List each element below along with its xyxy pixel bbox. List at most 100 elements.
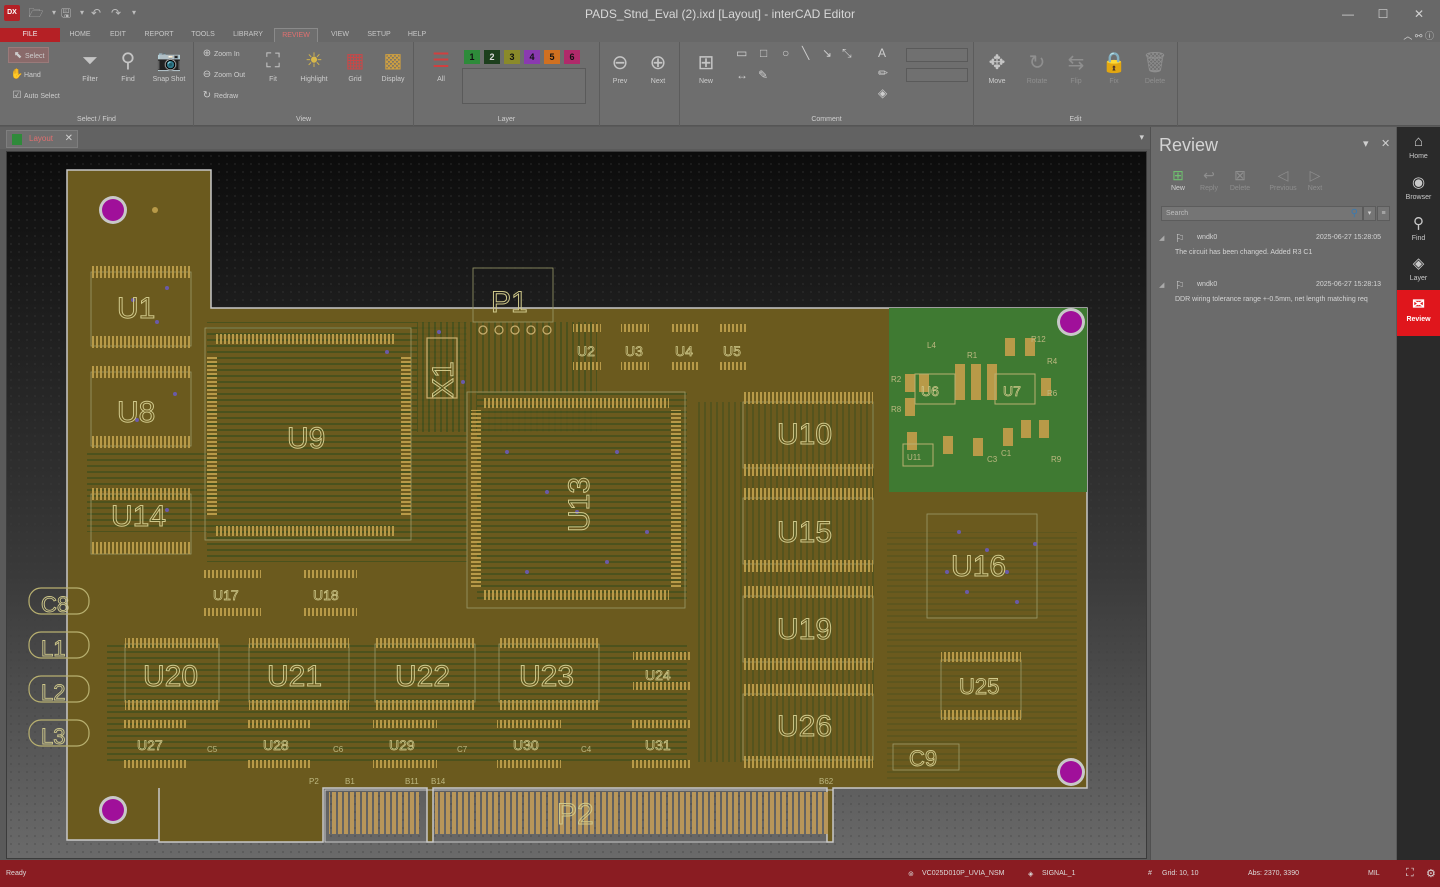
layer-3-button[interactable]: 3: [504, 50, 520, 64]
close-icon[interactable]: ✕: [1381, 137, 1390, 150]
comment-item[interactable]: ◢ ⚐ wndk0 2025-06-27 15:28:05 The circui…: [1159, 232, 1389, 272]
arrow-line-icon[interactable]: ↘: [822, 46, 832, 60]
tab-library[interactable]: LIBRARY: [226, 28, 270, 42]
group-edit: ✥ Move ↻ Rotate ⇆ Flip 🔒 Fix 🗑 Delete Edit: [974, 42, 1178, 126]
font-color-icon[interactable]: A: [878, 46, 886, 60]
size-combo[interactable]: [906, 68, 968, 82]
comment-item[interactable]: ◢ ⚐ wndk0 2025-06-27 15:28:13 DDR wiring…: [1159, 279, 1389, 319]
layer-2-button[interactable]: 2: [484, 50, 500, 64]
tab-view[interactable]: VIEW: [322, 28, 358, 42]
tab-setup[interactable]: SETUP: [360, 28, 398, 42]
fill-color-icon[interactable]: ◈: [878, 86, 887, 100]
review-reply-button[interactable]: ↩ Reply: [1194, 165, 1224, 192]
next-button[interactable]: ⊕ Next: [644, 50, 672, 85]
layer-4-button[interactable]: 4: [524, 50, 540, 64]
ellipse-icon[interactable]: ○: [782, 46, 789, 60]
move-button[interactable]: ✥ Move: [982, 50, 1012, 85]
layer-5-button[interactable]: 5: [544, 50, 560, 64]
pen-icon[interactable]: ✎: [758, 68, 768, 82]
collapse-ribbon-icon[interactable]: ︿: [1403, 31, 1412, 41]
review-new-button[interactable]: ⊞ New: [1163, 165, 1193, 192]
fullscreen-icon[interactable]: ⛶: [1406, 867, 1414, 880]
layout-canvas[interactable]: U1 U8 U9 U14 U13 U10 U15 U19 U26 U16 U20…: [6, 151, 1147, 859]
dimension-icon[interactable]: ↔: [736, 68, 748, 82]
tab-file[interactable]: FILE: [0, 28, 60, 42]
zoom-out-button[interactable]: ⊖ Zoom Out: [200, 67, 245, 83]
review-previous-button[interactable]: ◁ Previous: [1265, 165, 1301, 192]
tab-tools[interactable]: TOOLS: [184, 28, 222, 42]
find-button[interactable]: ⚲ Find: [114, 48, 142, 83]
auto-select-checkbox[interactable]: ☑ Auto Select: [10, 88, 60, 104]
settings-icon[interactable]: ⚙: [1426, 867, 1436, 880]
pcb-board[interactable]: U1 U8 U9 U14 U13 U10 U15 U19 U26 U16 U20…: [7, 152, 1147, 859]
sidebar-item-browser[interactable]: ◉ Browser: [1397, 168, 1440, 210]
grid-button[interactable]: ▦ Grid: [340, 48, 370, 83]
expand-icon[interactable]: ◢: [1159, 234, 1164, 242]
select-button[interactable]: ⬉ Select: [8, 47, 50, 63]
text-box-icon[interactable]: ▭: [736, 46, 747, 60]
chevron-down-icon[interactable]: ▾: [1363, 137, 1369, 150]
ref-u23: U23: [519, 660, 574, 693]
tab-home[interactable]: HOME: [62, 28, 98, 42]
new-comment-button[interactable]: ⊞ New: [688, 50, 724, 85]
sidebar-item-layer[interactable]: ◈ Layer: [1397, 249, 1440, 291]
search-options-button[interactable]: ▾: [1363, 206, 1376, 221]
line-icon[interactable]: ╲: [802, 46, 809, 60]
chevron-down-icon[interactable]: ▾: [1139, 132, 1144, 143]
zoom-in-button[interactable]: ⊕ Zoom In: [200, 46, 240, 62]
new-label: New: [698, 78, 713, 85]
review-search-input[interactable]: Search ⚲: [1161, 206, 1363, 221]
delete-button[interactable]: 🗑 Delete: [1138, 50, 1172, 85]
tab-report[interactable]: REPORT: [138, 28, 180, 42]
sidebar-item-home[interactable]: ⌂ Home: [1397, 127, 1440, 169]
fit-icon: ⛶: [266, 50, 280, 72]
fit-button[interactable]: ⛶ Fit: [258, 48, 288, 83]
ref-c3: C1: [1001, 449, 1012, 458]
rectangle-icon[interactable]: □: [760, 46, 767, 60]
double-arrow-icon[interactable]: ⤡: [842, 46, 852, 61]
layer-1-button[interactable]: 1: [464, 50, 480, 64]
ribbon: ⬉ Select ✋Hand ☑ Auto Select ⏷ Filter ⚲ Find…: [0, 42, 1440, 126]
close-button[interactable]: ✕: [1409, 6, 1429, 22]
snap-shot-label: Snap Shot: [152, 76, 186, 83]
review-next-button[interactable]: ▷ Next: [1300, 165, 1330, 192]
redraw-button[interactable]: ↻ Redraw: [200, 88, 238, 104]
layer-list[interactable]: [462, 68, 586, 104]
review-new-label: New: [1170, 185, 1185, 192]
tab-help[interactable]: HELP: [400, 28, 434, 42]
highlight-button[interactable]: ☀ Highlight: [294, 48, 334, 83]
prev-button[interactable]: ⊖ Prev: [606, 50, 634, 85]
review-delete-button[interactable]: ⊠ Delete: [1225, 165, 1255, 192]
trash-icon: 🗑: [1142, 52, 1168, 74]
minimize-button[interactable]: —: [1338, 6, 1358, 22]
filter-list-button[interactable]: ≡: [1377, 206, 1390, 221]
ref-r8: R6: [1047, 389, 1058, 398]
search-icon: ⚲: [1413, 215, 1424, 232]
rotate-button[interactable]: ↻ Rotate: [1020, 50, 1054, 85]
sidebar-item-find[interactable]: ⚲ Find: [1397, 209, 1440, 251]
tab-review[interactable]: REVIEW: [274, 28, 318, 42]
auto-select-label: Auto Select: [24, 93, 60, 100]
line-color-icon[interactable]: ✏: [878, 66, 888, 80]
maximize-button[interactable]: ☐: [1373, 6, 1393, 22]
hand-button[interactable]: ✋Hand: [10, 67, 41, 83]
share-icon[interactable]: ⚯: [1415, 31, 1423, 41]
filter-button[interactable]: ⏷ Filter: [76, 48, 104, 83]
ref-u19: U19: [777, 613, 832, 646]
display-button[interactable]: ▩ Display: [376, 48, 410, 83]
snap-shot-button[interactable]: 📷 Snap Shot: [152, 48, 186, 83]
fix-button[interactable]: 🔒 Fix: [1100, 50, 1128, 85]
flip-button[interactable]: ⇆ Flip: [1062, 50, 1090, 85]
tab-edit[interactable]: EDIT: [100, 28, 136, 42]
close-icon[interactable]: ✕: [65, 131, 73, 147]
all-layers-button[interactable]: ☰ All: [424, 48, 458, 83]
layer-6-button[interactable]: 6: [564, 50, 580, 64]
sidebar-item-review[interactable]: ✉ Review: [1397, 290, 1440, 336]
expand-icon[interactable]: ◢: [1159, 281, 1164, 289]
ref-u21: U21: [267, 660, 322, 693]
help-icon[interactable]: ⓘ: [1425, 31, 1434, 41]
redraw-icon: ↻: [202, 90, 212, 101]
search-icon[interactable]: ⚲: [1351, 207, 1358, 220]
tab-layout[interactable]: Layout ✕: [6, 130, 78, 148]
font-combo[interactable]: [906, 48, 968, 62]
